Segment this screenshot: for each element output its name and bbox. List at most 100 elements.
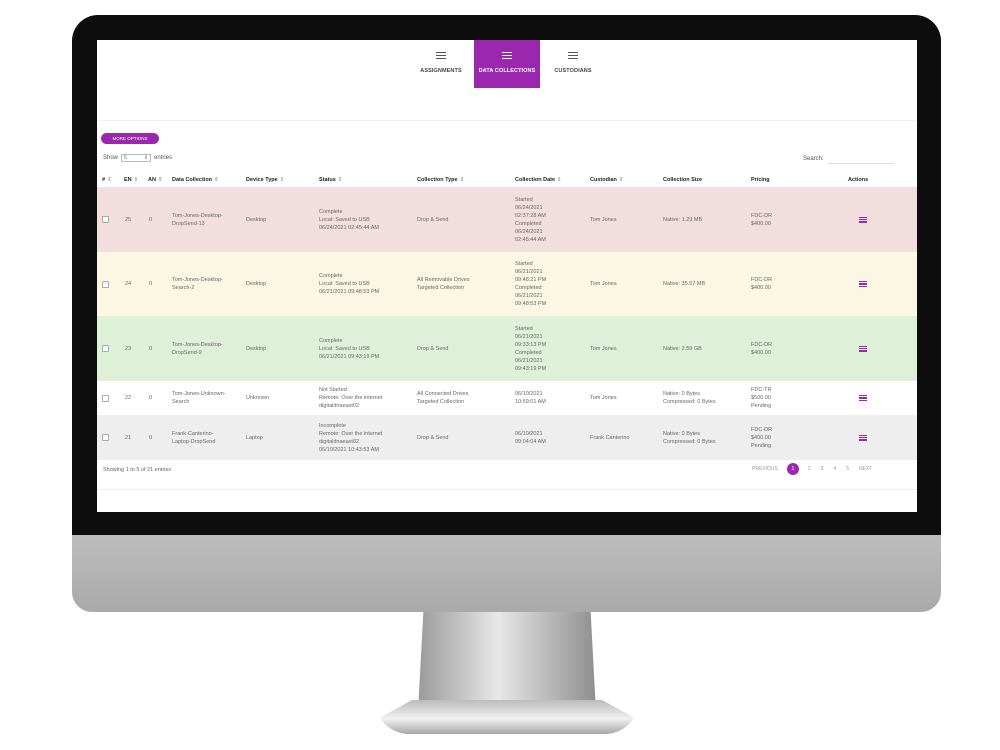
sort-icon: ⇕ — [157, 177, 163, 183]
pagination-previous[interactable]: PREVIOUS — [752, 466, 778, 472]
col-header-pricing: Pricing — [751, 177, 770, 183]
cell-custodian: Frank Canterino — [590, 415, 662, 460]
pagination-next[interactable]: NEXT — [859, 466, 872, 472]
cell-text: Drop & Send — [417, 216, 449, 223]
cell-text: All Removable Drives Targeted Collection — [417, 277, 470, 291]
app-screen: ASSIGNMENTS DATA COLLECTIONS CUSTODIANS … — [97, 40, 917, 512]
cell-text: FDC-DR $400.00 — [751, 341, 773, 356]
cell-collection-type: Drop & Send — [417, 316, 513, 381]
tab-assignments[interactable]: ASSIGNMENTS — [408, 40, 474, 88]
search-input[interactable] — [827, 154, 894, 164]
cell-an: 0 — [149, 252, 167, 316]
cell-collection-size: Native: 0 Bytes Compressed: 0 Bytes — [663, 381, 749, 415]
cell-text: Native: 2.59 GB — [663, 345, 702, 352]
cell-custodian: Tom Jones — [590, 381, 662, 415]
cell-custodian: Tom Jones — [590, 316, 662, 381]
col-header-collection-date[interactable]: Collection Date ⇕ — [515, 177, 562, 183]
cell-text: Native: 0 Bytes Compressed: 0 Bytes — [663, 391, 716, 405]
cell-text: 06/10/2021 09:04:04 AM — [515, 430, 546, 445]
cell-text: 21 — [125, 434, 132, 441]
cell-custodian: Tom Jones — [590, 187, 662, 252]
row-actions-menu-icon[interactable] — [859, 395, 867, 401]
cell-text: 0 — [149, 281, 153, 287]
cell-text: 0 — [149, 216, 153, 223]
row-actions-menu-icon[interactable] — [859, 281, 867, 287]
col-header-status[interactable]: Status ⇕ — [319, 177, 342, 183]
cell-collection-size: Native: 35.57 MB — [663, 252, 749, 316]
cell-collection-type: Drop & Send — [417, 187, 513, 252]
page-button-4[interactable]: 4 — [833, 466, 836, 472]
cell-text: All Connected Drives Targeted Collection — [417, 391, 469, 405]
page-button-5[interactable]: 5 — [846, 466, 849, 472]
list-icon — [436, 52, 446, 59]
row-actions-menu-icon[interactable] — [859, 216, 867, 223]
cell-status: Complete Local: Saved to USB 06/21/2021 … — [319, 316, 415, 381]
row-actions-menu-icon[interactable] — [859, 434, 867, 441]
cell-collection-size: Native: 1.29 MB — [663, 187, 749, 252]
tab-data-collections[interactable]: DATA COLLECTIONS — [474, 40, 540, 88]
cell-text: Desktop — [246, 216, 267, 223]
pagination: PREVIOUS 1 2 3 4 5 NEXT — [747, 463, 877, 475]
cell-status: Complete Local: Saved to USB 06/21/2021 … — [319, 252, 415, 316]
cell-text: Native: 35.57 MB — [663, 281, 706, 287]
col-header-device-type[interactable]: Device Type ⇕ — [246, 177, 284, 183]
cell-pricing: FDC-DR $400.00 — [751, 187, 821, 252]
col-header-collection-type[interactable]: Collection Type ⇕ — [417, 177, 464, 183]
col-header-custodian[interactable]: Custodian ⇕ — [590, 177, 624, 183]
entries-select[interactable]: 5 ⇕ — [121, 154, 152, 162]
table-row: 24 0 Tom-Jones-Desktop- Search-2 Desktop Com… — [97, 252, 917, 316]
table-row: 25 0 Tom-Jones-Desktop- DropSend-13 Desktop… — [97, 187, 917, 252]
cell-text: Started 06/24/2021 02:37:28 AM Completed… — [515, 196, 546, 243]
sort-icon: ⇕ — [279, 177, 285, 183]
cell-text: Tom Jones — [590, 216, 617, 223]
sort-icon: ⇕ — [214, 177, 219, 183]
col-header-data-collection[interactable]: Data Collection ⇕ — [172, 177, 219, 183]
col-header-en[interactable]: EN ⇕ — [124, 177, 138, 183]
search-label: Search: — [803, 156, 824, 162]
cell-device-type: Unknown — [246, 381, 316, 415]
row-checkbox[interactable] — [102, 394, 109, 402]
sort-icon: ⇕ — [107, 177, 112, 183]
list-icon — [568, 52, 578, 59]
col-header-num[interactable]: # ⇕ — [102, 177, 112, 183]
cell-device-type: Laptop — [246, 415, 316, 460]
cell-an: 0 — [149, 187, 167, 252]
row-actions-menu-icon[interactable] — [859, 345, 867, 352]
monitor-stand-neck — [418, 612, 596, 712]
monitor-chin — [72, 535, 941, 612]
page-button-1[interactable]: 1 — [786, 463, 799, 475]
row-checkbox[interactable] — [102, 216, 109, 223]
cell-text: Tom-Jones-Desktop- DropSend-9 — [172, 341, 223, 356]
cell-en: 24 — [125, 252, 143, 316]
cell-text: Tom-Jones-Desktop- DropSend-13 — [172, 212, 223, 227]
cell-collection-date: 06/10/2021 09:04:04 AM — [515, 415, 589, 460]
cell-text: Tom-Jones-Desktop- Search-2 — [172, 277, 223, 291]
cell-text: 25 — [125, 216, 132, 223]
cell-collection-size: Native: 0 Bytes Compressed: 0 Bytes — [663, 415, 749, 460]
cell-en: 23 — [125, 316, 143, 381]
cell-text: Drop & Send — [417, 434, 449, 441]
table-body: 25 0 Tom-Jones-Desktop- DropSend-13 Desktop… — [97, 187, 917, 460]
page-button-2[interactable]: 2 — [808, 466, 811, 472]
page-button-3[interactable]: 3 — [821, 466, 824, 472]
cell-status: Complete Local: Saved to USB 06/24/2021 … — [319, 187, 415, 252]
row-checkbox[interactable] — [102, 434, 109, 441]
cell-an: 0 — [149, 415, 167, 460]
row-checkbox[interactable] — [102, 345, 109, 352]
sort-icon: ⇕ — [557, 177, 562, 183]
cell-data-collection: Tom-Jones-Desktop- DropSend-9 — [172, 316, 246, 381]
row-checkbox[interactable] — [102, 280, 109, 288]
cell-pricing: FDC-DR $400.00 Pending — [751, 415, 821, 460]
list-icon — [502, 52, 512, 59]
cell-an: 0 — [149, 316, 167, 381]
cell-text: Frank-Canterino- Laptop-DropSend — [172, 430, 216, 445]
cell-text: 22 — [125, 395, 132, 401]
col-header-an[interactable]: AN ⇕ — [148, 177, 163, 183]
cell-text: FDC-DR $400.00 — [751, 277, 773, 291]
entries-label: entries — [154, 155, 173, 161]
more-options-button[interactable]: MORE OPTIONS — [101, 133, 159, 144]
cell-text: FDC-DR $400.00 Pending — [751, 426, 773, 449]
tab-custodians[interactable]: CUSTODIANS — [540, 40, 606, 88]
cell-text: 24 — [125, 281, 132, 287]
sort-icon: ⇕ — [133, 177, 139, 183]
